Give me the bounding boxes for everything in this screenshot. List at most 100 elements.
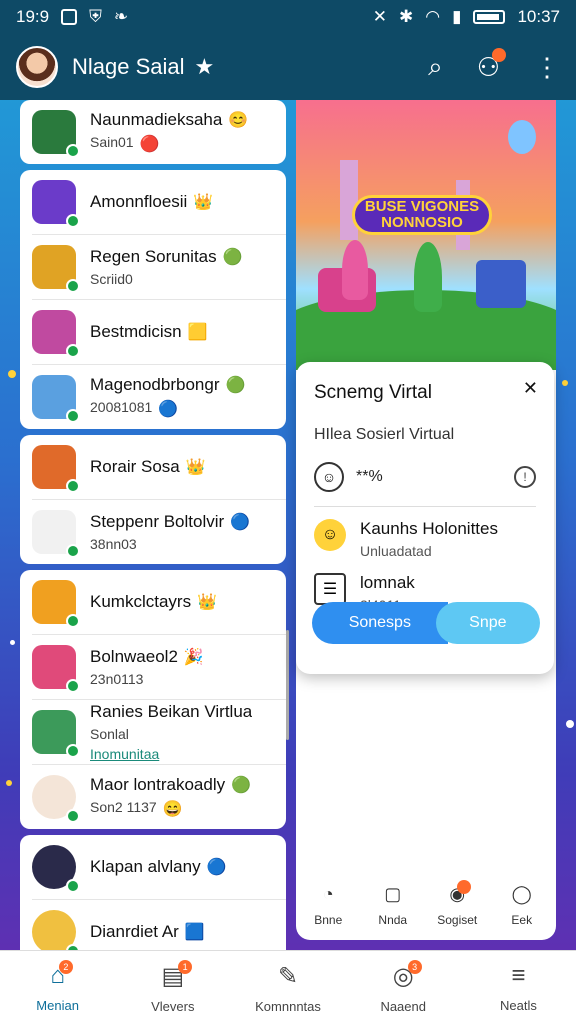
community-banner[interactable]: BUSE VIGONES NONNOSIO: [296, 100, 556, 370]
list-item-texts: Ranies Beikan Virtlua Sonlal Inomunitaa: [90, 702, 252, 762]
panel-nav-label: Sogiset: [437, 912, 478, 927]
battery-icon: [473, 10, 506, 24]
popup-item[interactable]: ☺ Kaunhs Holonittes Unluadatad: [314, 519, 536, 559]
list-item-name: Klapan alvlany: [90, 857, 201, 876]
nav-tab[interactable]: ✎ Komnnntas: [230, 951, 345, 1024]
list-item-texts: Dianrdiet Ar 🟦: [90, 922, 205, 942]
list-item[interactable]: Naunmadieksaha 😊 Sain01 🔴: [20, 100, 286, 164]
online-indicator: [66, 614, 80, 628]
list-item[interactable]: Magenodbrbongr 🟢 20081081 🔵: [20, 365, 286, 429]
panel-nav-icon: ▢: [384, 883, 402, 904]
nav-tab[interactable]: ⌂ 2 Menian: [0, 951, 115, 1024]
list-item-title-row: Rorair Sosa 👑: [90, 457, 206, 477]
list-thumbnail: [32, 510, 80, 558]
online-indicator: [66, 214, 80, 228]
list-item-sub-row: Son2 1137 😄: [90, 795, 251, 819]
list-thumbnail: [32, 445, 80, 493]
popup-actions: Sonesps Snpe: [312, 602, 540, 644]
nav-tab-label: Vlevers: [151, 998, 195, 1014]
search-icon[interactable]: ⌕: [428, 51, 443, 83]
list-item[interactable]: Bolnwaeol2 🎉 23n0113: [20, 635, 286, 699]
list-item-texts: Klapan alvlany 🔵: [90, 857, 227, 877]
banner-title-art: BUSE VIGONES NONNOSIO: [352, 195, 492, 235]
nav-tab[interactable]: ≡ Neatls: [461, 951, 576, 1024]
scrollbar[interactable]: [286, 630, 289, 740]
popup-subtitle: HIlea Sosierl Virtual: [314, 426, 455, 443]
list-item[interactable]: Regen Sorunitas 🟢 Scriid0: [20, 235, 286, 299]
status-clock: 10:37: [517, 7, 560, 26]
account-icon[interactable]: ⚇: [477, 47, 506, 83]
nav-badge: 2: [58, 960, 73, 974]
emoji-icon[interactable]: ☺: [314, 462, 344, 492]
app-title: Nlage Saial: [72, 54, 185, 79]
secondary-button[interactable]: Snpe: [435, 602, 540, 644]
list-item-title-row: Steppenr Boltolvir 🔵: [90, 512, 250, 532]
list-item-sub-row: Scriid0: [90, 267, 243, 287]
list-item-texts: Magenodbrbongr 🟢 20081081 🔵: [90, 375, 245, 419]
nav-tab-icon: ✎: [278, 962, 298, 991]
star-icon[interactable]: ★: [195, 54, 215, 80]
info-icon[interactable]: !: [514, 466, 536, 488]
more-menu-icon[interactable]: ⋮: [534, 52, 560, 83]
popup-items: ☺Kaunhs HolonittesUnluadatad☰lomnak2l401…: [314, 519, 536, 613]
status-emoji-icon: 👑: [193, 194, 214, 211]
list-item-texts: Amonnfloesii 👑: [90, 192, 213, 212]
panel-nav-label: Nnda: [378, 912, 408, 927]
list-item-title-row: Regen Sorunitas 🟢: [90, 247, 243, 267]
list-thumbnail: [32, 845, 80, 893]
nav-tab-label: Naaend: [380, 998, 426, 1014]
list-item[interactable]: Bestmdicisn 🟨: [20, 300, 286, 364]
list-item-texts: Maor lontrakoadly 🟢 Son2 1137 😄: [90, 775, 251, 819]
list-item-texts: Rorair Sosa 👑: [90, 457, 206, 477]
panel-nav-item[interactable]: ◉ Sogiset: [425, 870, 490, 940]
popup-item-texts: Kaunhs Holonittes Unluadatad: [360, 519, 498, 559]
list-item[interactable]: Ranies Beikan Virtlua Sonlal Inomunitaa: [20, 700, 286, 764]
list-thumbnail: [32, 910, 80, 958]
close-icon[interactable]: ✕: [523, 378, 538, 399]
online-indicator: [66, 879, 80, 893]
list-item-subtitle: Sain01: [90, 134, 134, 150]
wifi-icon: ◠: [425, 7, 441, 26]
leaf-icon: ❧: [113, 7, 129, 26]
list-item[interactable]: Steppenr Boltolvir 🔵 38nn03: [20, 500, 286, 564]
sub-emoji-icon: 🔴: [139, 136, 160, 153]
nav-tab-icon: ◎ 3: [393, 959, 422, 991]
popup-title: Scnemg Virtal: [314, 382, 432, 403]
community-popup: Scnemg Virtal ✕ HIlea Sosierl Virtual ☺ …: [296, 362, 554, 674]
nav-glyph-icon: ✎: [277, 962, 299, 990]
panel-nav-item[interactable]: ▢ Nnda: [361, 870, 426, 940]
nav-tab[interactable]: ▤ 1 Vlevers: [115, 951, 230, 1024]
list-item-sub-row: Sonlal: [90, 722, 252, 742]
status-emoji-icon: 🟨: [187, 324, 208, 341]
list-item-name: Magenodbrbongr: [90, 375, 220, 394]
primary-button[interactable]: Sonesps: [312, 602, 448, 644]
nav-tab[interactable]: ◎ 3 Naaend: [346, 951, 461, 1024]
online-indicator: [66, 144, 80, 158]
list-item-title-row: Kumkclctayrs 👑: [90, 592, 217, 612]
rating-row: ☺ **% !: [314, 462, 536, 492]
online-indicator: [66, 479, 80, 493]
nav-tab-label: Komnnntas: [255, 998, 321, 1014]
status-emoji-icon: 🔵: [230, 514, 251, 531]
list-item-texts: Kumkclctayrs 👑: [90, 592, 217, 612]
list-item[interactable]: Rorair Sosa 👑: [20, 435, 286, 499]
rating-text: **%: [356, 468, 383, 485]
panel-nav-item[interactable]: ◔ Bnne: [296, 870, 361, 940]
list-item-sub-row: 38nn03: [90, 532, 250, 552]
panel-nav-item[interactable]: ◯ Eek: [490, 870, 555, 940]
list-item-title-row: Ranies Beikan Virtlua: [90, 702, 252, 722]
panel-nav-icon: ◯: [511, 883, 532, 904]
list-item-link[interactable]: Inomunitaa: [90, 746, 252, 762]
online-indicator: [66, 679, 80, 693]
popup-item-subtitle: Unluadatad: [360, 543, 432, 559]
status-bar: 19:9 ⛨ ❧ ✕ ✱ ◠ ▮ 10:37: [0, 0, 576, 34]
list-item[interactable]: Klapan alvlany 🔵: [20, 835, 286, 899]
list-group: Rorair Sosa 👑 Steppenr Boltolvir 🔵 38nn03: [20, 435, 286, 564]
list-item-subtitle: Sonlal: [90, 726, 129, 742]
list-item[interactable]: Amonnfloesii 👑: [20, 170, 286, 234]
panel-nav-icon: ◉: [449, 879, 472, 905]
profile-avatar[interactable]: [16, 46, 58, 88]
list-item[interactable]: Maor lontrakoadly 🟢 Son2 1137 😄: [20, 765, 286, 829]
list-item[interactable]: Kumkclctayrs 👑: [20, 570, 286, 634]
divider: [314, 506, 536, 507]
